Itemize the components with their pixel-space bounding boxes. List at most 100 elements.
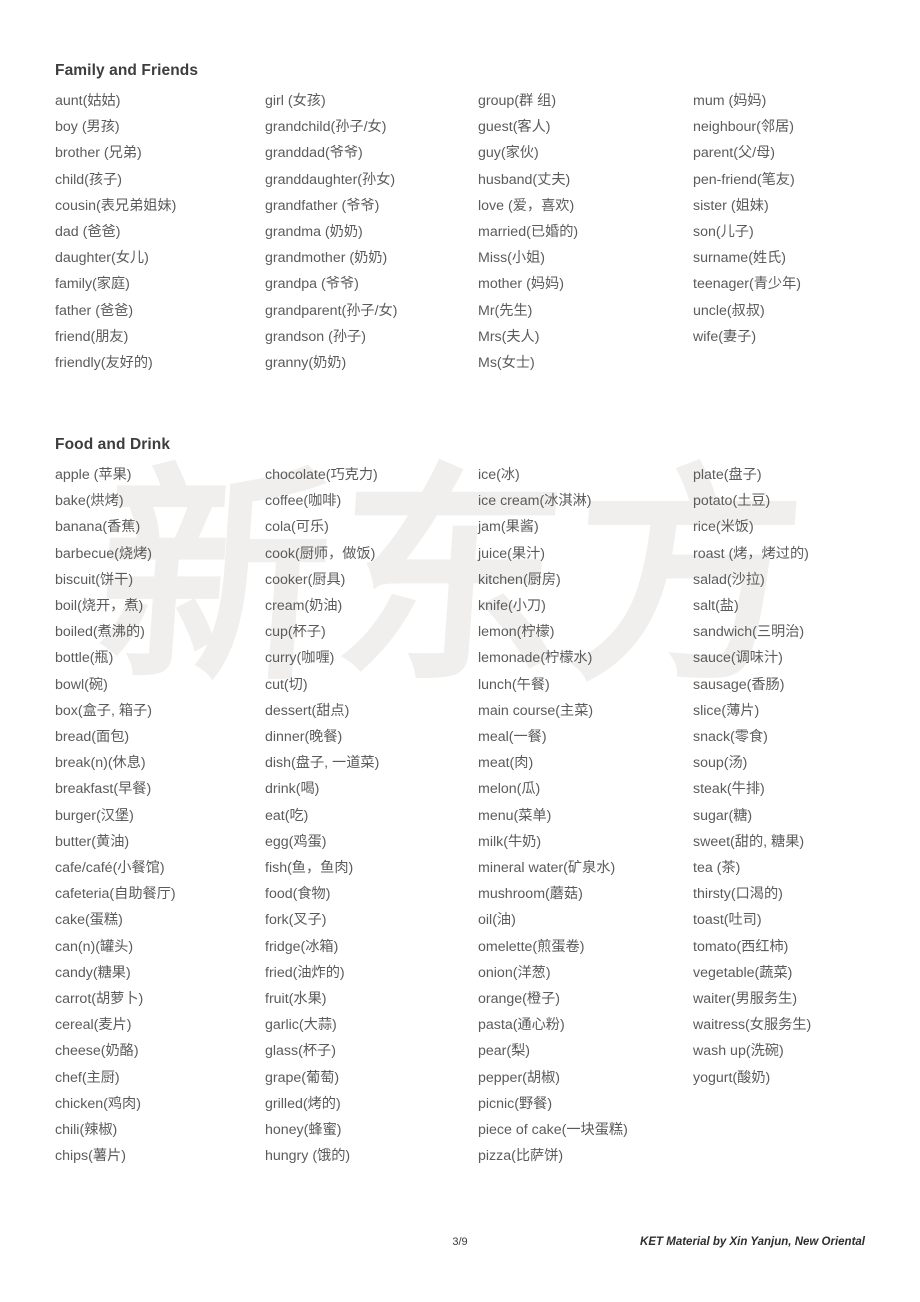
vocab-entry: boil(烧开，煮) [55,598,144,615]
vocab-entry: grandmother (奶奶) [265,250,388,267]
vocab-entry: meat(肉) [478,755,534,772]
vocab-entry: mushroom(蘑菇) [478,886,583,903]
vocab-entry: Mr(先生) [478,302,533,319]
vocab-entry: ice(冰) [478,467,520,483]
vocab-entry: grape(葡萄) [265,1069,340,1086]
word-column-4: mum (妈妈) neighbour(邻居) parent(父/母) pen-f… [693,88,918,350]
vocab-entry: boiled(煮沸的) [55,624,145,641]
vocab-entry: cousin(表兄弟姐妹) [55,197,177,214]
vocab-entry: dish(盘子, 一道菜) [265,755,380,772]
vocab-entry: sugar(糖) [693,807,753,824]
section-food-and-drink: Food and Drink apple (苹果) bake(烘烤) banan… [0,436,920,1192]
vocab-entry: neighbour(邻居) [693,119,794,136]
vocab-entry: yogurt(酸奶) [693,1069,771,1086]
vocab-entry: Miss(小姐) [478,250,545,267]
vocab-entry: friendly(友好的) [55,355,153,372]
word-column-1: apple (苹果) bake(烘烤) banana(香蕉) barbecue(… [55,462,263,1169]
vocab-entry: mineral water(矿泉水) [478,860,616,877]
vocab-entry: grandchild(孙子/女) [265,119,387,136]
vocab-entry: cafeteria(自助餐厅) [55,886,176,903]
vocab-entry: chips(薯片) [55,1148,126,1165]
vocab-entry: child(孩子) [55,171,123,188]
vocab-entry: fruit(水果) [265,991,327,1008]
vocab-entry: mum (妈妈) [693,93,767,109]
vocab-entry: cake(蛋糕) [55,912,123,929]
vocab-entry: cola(可乐) [265,519,329,536]
vocab-entry: cut(切) [265,676,308,693]
vocab-entry: burger(汉堡) [55,807,134,824]
vocab-entry: sandwich(三明治) [693,624,805,641]
vocab-entry: potato(土豆) [693,493,771,510]
vocab-entry: granddad(爷爷) [265,145,363,162]
vocab-entry: cheese(奶酪) [55,1043,139,1060]
vocab-entry: granddaughter(孙女) [265,171,396,188]
vocab-entry: group(群 组) [478,93,557,109]
word-column-1: aunt(姑姑) boy (男孩) brother (兄弟) child(孩子)… [55,88,263,376]
vocab-entry: barbecue(烧烤) [55,545,152,562]
vocab-entry: wife(妻子) [693,328,757,345]
vocab-entry: daughter(女儿) [55,250,149,267]
vocab-entry: break(n)(休息) [55,755,146,772]
vocab-entry: candy(糖果) [55,964,131,981]
vocab-entry: grandson (孙子) [265,328,366,345]
vocab-entry: granny(奶奶) [265,355,347,372]
vocab-entry: rice(米饭) [693,519,754,536]
vocab-entry: love (爱，喜欢) [478,197,575,214]
vocab-entry: husband(丈夫) [478,171,571,188]
section-title: Family and Friends [55,62,199,79]
vocab-entry: friend(朋友) [55,328,129,345]
vocab-entry: hungry (饿的) [265,1148,351,1165]
vocab-entry: meal(一餐) [478,729,547,746]
vocab-entry: food(食物) [265,886,331,903]
vocab-entry: chicken(鸡肉) [55,1095,141,1112]
vocab-entry: fish(鱼，鱼肉) [265,860,354,877]
vocab-entry: omelette(煎蛋卷) [478,938,585,955]
vocab-entry: Mrs(夫人) [478,328,540,345]
vocab-entry: cream(奶油) [265,598,343,615]
section-title: Food and Drink [55,436,171,453]
vocab-entry: grandparent(孙子/女) [265,302,398,319]
vocab-entry: egg(鸡蛋) [265,833,327,850]
vocab-entry: tea (茶) [693,860,741,877]
vocab-entry: curry(咖喱) [265,650,335,667]
vocab-entry: waitress(女服务生) [693,1017,812,1034]
vocab-entry: son(儿子) [693,224,754,241]
word-column-2: chocolate(巧克力) coffee(咖啡) cola(可乐) cook(… [265,462,475,1169]
vocab-entry: dessert(甜点) [265,702,350,719]
vocab-entry: grandfather (爷爷) [265,197,380,214]
vocab-entry: parent(父/母) [693,145,775,162]
vocab-entry: guest(客人) [478,119,551,136]
word-column-3: group(群 组) guest(客人) guy(家伙) husband(丈夫)… [478,88,691,376]
vocab-entry: milk(牛奶) [478,833,542,850]
vocab-entry: coffee(咖啡) [265,493,342,510]
vocab-entry: guy(家伙) [478,145,539,162]
vocab-entry: salt(盐) [693,598,739,615]
vocab-entry: juice(果汁) [478,545,546,562]
document-page: 新东方 Family and Friends aunt(姑姑) boy (男孩)… [0,0,920,1302]
vocab-entry: married(已婚的) [478,224,579,241]
vocab-entry: carrot(胡萝卜) [55,991,144,1008]
vocab-entry: sweet(甜的, 糖果) [693,833,805,850]
vocab-entry: eat(吃) [265,807,309,824]
vocab-entry: family(家庭) [55,276,130,293]
vocab-entry: teenager(青少年) [693,276,802,293]
vocab-entry: pen-friend(笔友) [693,171,795,188]
vocab-entry: fork(叉子) [265,912,327,929]
footer-credit: KET Material by Xin Yanjun, New Oriental [640,1236,865,1248]
word-columns: apple (苹果) bake(烘烤) banana(香蕉) barbecue(… [0,462,920,1192]
vocab-entry: can(n)(罐头) [55,938,134,955]
section-family-and-friends: Family and Friends aunt(姑姑) boy (男孩) bro… [0,62,920,388]
vocab-entry: menu(菜单) [478,807,552,824]
vocab-entry: lemon(柠檬) [478,624,555,641]
vocab-entry: Ms(女士) [478,355,535,372]
vocab-entry: pizza(比萨饼) [478,1148,564,1165]
vocab-entry: fried(油炸的) [265,964,345,981]
vocab-entry: dinner(晚餐) [265,729,343,746]
vocab-entry: grandpa (爷爷) [265,276,359,293]
vocab-entry: pear(梨) [478,1043,531,1060]
word-column-2: girl (女孩) grandchild(孙子/女) granddad(爷爷) … [265,88,475,376]
vocab-entry: pasta(通心粉) [478,1017,565,1034]
vocab-entry: slice(薄片) [693,702,760,719]
page-footer: 3/9 KET Material by Xin Yanjun, New Orie… [0,1236,920,1254]
vocab-entry: lemonade(柠檬水) [478,650,593,667]
